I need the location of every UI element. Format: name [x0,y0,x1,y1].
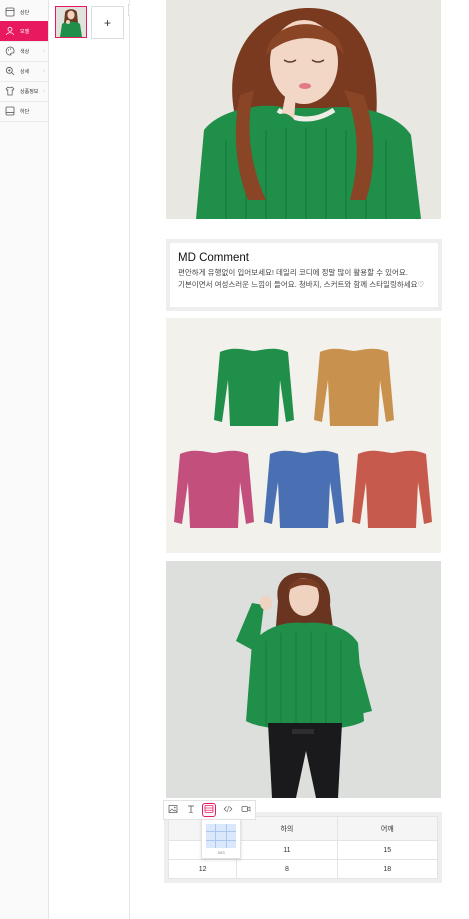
model-fullbody-image[interactable] [166,561,441,798]
md-comment-box[interactable]: MD Comment 편안하게 유행없이 입어보세요! 데일리 코디에 정말 많… [166,239,442,311]
sidebar-item-bottom[interactable]: 하단 [0,101,48,122]
table-grid-size-label: 3X3 [217,850,225,855]
image-icon [168,801,178,819]
model-thumbnail[interactable] [55,6,87,38]
table-cell[interactable]: 18 [336,859,439,879]
chevron-right-icon: › [43,48,45,54]
insert-block-toolbar [163,800,256,820]
sidebar-item-model[interactable]: 모델 [0,21,48,42]
detail-page-canvas: MD Comment 편안하게 유행없이 입어보세요! 데일리 코디에 정말 많… [130,0,469,919]
sidebar-item-label: 상세 [20,68,30,75]
md-comment-line-1: 편안하게 유행없이 입어보세요! 데일리 코디에 정말 많이 활용할 수 있어요… [178,268,408,277]
sidebar-item-label: 모델 [20,28,30,35]
text-icon [186,801,196,819]
sidebar-item-label: 하단 [20,108,30,115]
sidebar-item-label: 색상 [20,48,30,55]
zoom-detail-icon [4,65,16,77]
table-cell[interactable]: 8 [236,859,338,879]
table-row: 12 8 18 [167,859,439,879]
table-cell[interactable]: 어깨 [336,815,439,842]
table-cell[interactable]: 15 [336,840,439,861]
shirt-icon [4,85,16,97]
table-icon [204,801,214,819]
insert-code-button[interactable] [221,803,235,817]
model-closeup-image[interactable] [166,0,441,219]
sidebar-item-top[interactable]: 상단 [0,2,48,23]
insert-video-button[interactable] [239,803,253,817]
palette-icon [4,45,16,57]
sidebar-item-color[interactable]: 색상 › [0,41,48,62]
model-person-icon [4,25,16,37]
code-icon [223,801,233,819]
table-grid-preview[interactable] [206,824,236,848]
add-image-button[interactable]: + [91,6,124,39]
table-cell[interactable]: 하의 [236,815,338,842]
color-variants-image[interactable] [166,318,441,553]
top-section-icon [4,6,16,18]
sidebar-item-label: 상품정보 [20,88,39,95]
video-icon [241,801,251,819]
chevron-right-icon: › [43,68,45,74]
category-sidebar: 상단 모델 색상 › 상세 › 상품정보 › 하단 [0,0,49,919]
chevron-right-icon: › [43,88,45,94]
table-cell[interactable]: 12 [167,859,238,879]
sidebar-item-product-info[interactable]: 상품정보 › [0,81,48,102]
table-cell[interactable]: 11 [236,840,338,861]
md-comment-line-2: 기본이면서 여성스러운 느낌이 들어요. 청바지, 스커트와 함께 스타일링하세… [178,280,425,289]
md-comment-title: MD Comment [178,252,249,264]
insert-text-button[interactable] [184,803,198,817]
insert-table-button[interactable] [202,801,217,819]
table-size-picker[interactable]: 3X3 [201,819,241,859]
thumbnail-panel: + [49,0,130,919]
sidebar-item-label: 상단 [20,9,30,16]
bottom-section-icon [4,105,16,117]
insert-image-button[interactable] [166,803,180,817]
sidebar-item-detail[interactable]: 상세 › [0,61,48,82]
